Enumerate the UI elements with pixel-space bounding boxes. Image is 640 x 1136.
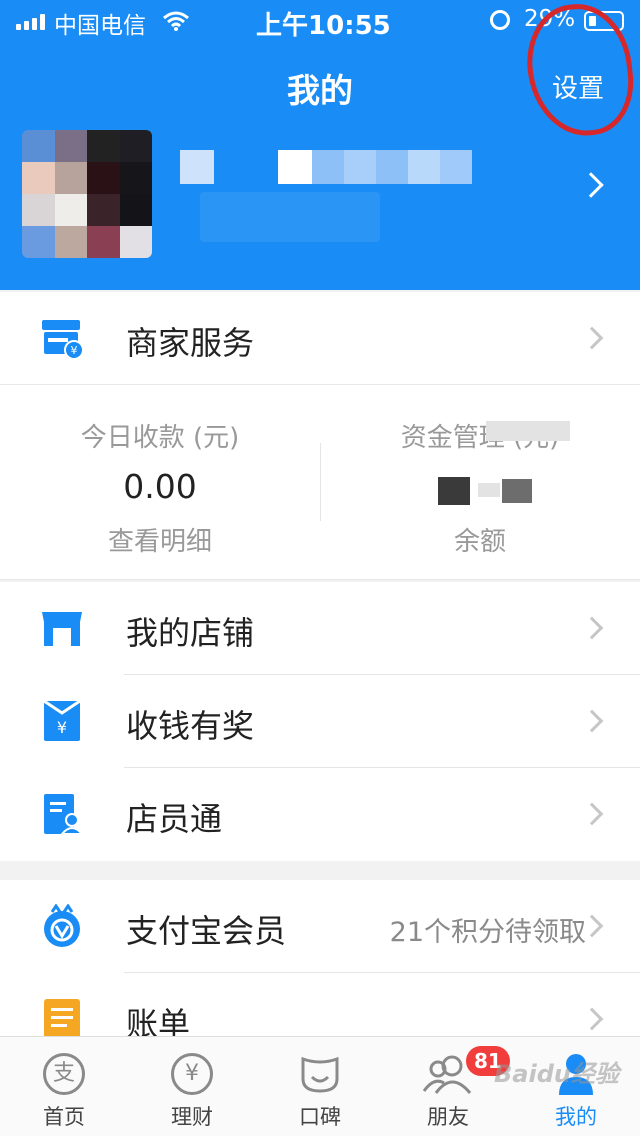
carrier-name: 中国电信 [54, 13, 146, 39]
member-badge-icon [44, 904, 80, 947]
tab-koubei[interactable]: 口碑 [256, 1037, 384, 1136]
bill-icon [44, 999, 80, 1039]
cash-reward-label: 收钱有奖 [126, 707, 255, 745]
my-shop-row[interactable]: 我的店铺 [0, 582, 640, 675]
baidu-watermark: Baidu经验 [494, 1060, 619, 1088]
chevron-right-icon [580, 709, 604, 733]
tab-home[interactable]: 支 首页 [0, 1037, 128, 1136]
funds-caption-mosaic [486, 421, 570, 441]
balance-link[interactable]: 余额 [320, 521, 640, 558]
shop-icon [42, 612, 82, 646]
cash-reward-row[interactable]: ¥ 收钱有奖 [0, 675, 640, 768]
staff-tool-row[interactable]: 店员通 [0, 768, 640, 861]
merchant-store-icon: ¥ [42, 320, 84, 360]
signal-icon [16, 14, 45, 30]
chevron-right-icon [578, 172, 604, 198]
view-details-link[interactable]: 查看明细 [0, 521, 320, 558]
tab-finance[interactable]: ¥ 理财 [128, 1037, 256, 1136]
stats-panel: 今日收款 (元) 0.00 查看明细 资金管理 (元) 余额 [0, 384, 640, 580]
tab-friends-label: 朋友 [427, 1105, 469, 1129]
account-mosaic [200, 192, 380, 242]
points-pending-text: 21个积分待领取 [389, 917, 586, 948]
koubei-smile-icon [301, 1056, 339, 1093]
tab-home-label: 首页 [43, 1105, 85, 1129]
alipay-member-label: 支付宝会员 [126, 912, 287, 950]
today-income-caption: 今日收款 (元) [80, 423, 240, 453]
funds-caption: 资金管理 (元) [400, 423, 560, 453]
today-income[interactable]: 今日收款 (元) 0.00 查看明细 [0, 385, 320, 581]
profile-header: 中国电信 上午10:55 29% 我的 设置 [0, 0, 640, 290]
chevron-right-icon [580, 616, 604, 640]
chevron-right-icon [580, 802, 604, 826]
balance-mosaic [438, 475, 538, 505]
profile-card[interactable] [0, 122, 640, 272]
status-time: 上午10:55 [256, 11, 391, 41]
zhi-home-icon: 支 [43, 1053, 85, 1095]
my-shop-label: 我的店铺 [126, 614, 255, 652]
alipay-member-row[interactable]: 支付宝会员 21个积分待领取 [0, 880, 640, 973]
tab-me-label: 我的 [555, 1105, 597, 1129]
rotation-lock-icon [490, 10, 510, 30]
yuan-finance-icon: ¥ [171, 1053, 213, 1095]
tab-finance-label: 理财 [171, 1105, 213, 1129]
today-income-value: 0.00 [123, 467, 197, 506]
red-packet-icon: ¥ [43, 699, 81, 741]
wifi-icon [163, 11, 189, 31]
svg-text:¥: ¥ [71, 344, 78, 357]
chevron-right-icon [580, 1007, 604, 1031]
username-mosaic [180, 150, 472, 184]
staff-doc-icon [44, 794, 84, 835]
funds-management[interactable]: 资金管理 (元) 余额 [320, 385, 640, 581]
merchant-services-label: 商家服务 [126, 324, 255, 362]
avatar [22, 130, 152, 258]
merchant-services-row[interactable]: ¥ 商家服务 [0, 292, 640, 385]
staff-tool-label: 店员通 [126, 800, 223, 838]
chevron-right-icon [580, 326, 604, 350]
svg-text:¥: ¥ [57, 718, 67, 737]
tab-koubei-label: 口碑 [299, 1105, 341, 1129]
